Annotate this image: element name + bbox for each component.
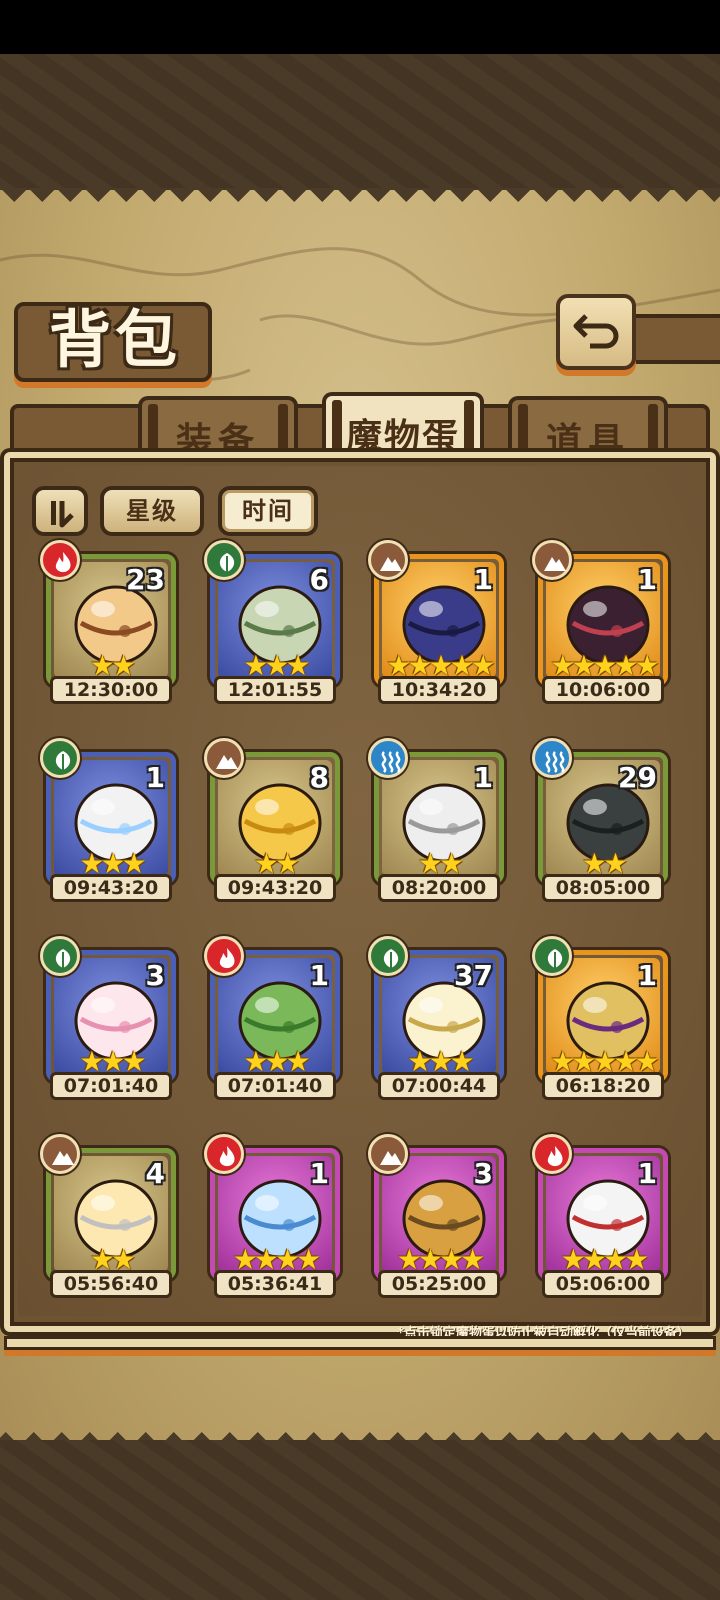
- zigzag-border-top: [0, 188, 720, 216]
- leaf-element-icon: [368, 936, 408, 976]
- earth-element-icon: [368, 540, 408, 580]
- water-glyph-icon: [381, 751, 401, 773]
- leaf-element-icon: [532, 936, 572, 976]
- earth-element-icon: [204, 738, 244, 778]
- sort-icon: [51, 501, 74, 528]
- leaf-glyph-icon: [55, 751, 71, 770]
- egg-count: 1: [145, 761, 165, 794]
- egg-count: 1: [473, 563, 493, 596]
- earth-glyph-icon: [380, 1151, 402, 1165]
- hatch-timer: 05:06:00: [542, 1270, 664, 1298]
- filter-time-button[interactable]: 时间: [218, 486, 318, 536]
- hatch-timer: 10:06:00: [542, 676, 664, 704]
- return-arrow-icon: [573, 314, 619, 349]
- fire-glyph-icon: [55, 552, 71, 573]
- back-button[interactable]: [556, 294, 636, 370]
- fire-glyph-icon: [219, 948, 235, 969]
- hatch-timer: 10:34:20: [378, 676, 500, 704]
- earth-glyph-icon: [380, 557, 402, 571]
- leaf-element-icon: [40, 738, 80, 778]
- leaf-glyph-icon: [547, 949, 563, 968]
- egg-count: 3: [145, 959, 165, 992]
- egg-count: 1: [309, 1157, 329, 1190]
- hatch-timer: 08:20:00: [378, 874, 500, 902]
- fire-glyph-icon: [547, 1146, 563, 1167]
- hatch-timer: 06:18:20: [542, 1072, 664, 1100]
- inventory-bottom-rail: [4, 1336, 716, 1350]
- hatch-timer: 05:25:00: [378, 1270, 500, 1298]
- fire-element-icon: [204, 1134, 244, 1174]
- egg-count: 1: [309, 959, 329, 992]
- earth-glyph-icon: [544, 557, 566, 571]
- egg-count: 3: [473, 1157, 493, 1190]
- egg-count: 1: [637, 563, 657, 596]
- egg-count: 1: [473, 761, 493, 794]
- leaf-glyph-icon: [383, 949, 399, 968]
- hatch-timer: 05:36:41: [214, 1270, 336, 1298]
- earth-element-icon: [532, 540, 572, 580]
- egg-count: 4: [145, 1157, 165, 1190]
- back-button-rail: [632, 314, 720, 364]
- egg-count: 8: [309, 761, 329, 794]
- hatch-timer: 07:00:44: [378, 1072, 500, 1100]
- leaf-element-icon: [40, 936, 80, 976]
- page-title: 背包: [48, 303, 181, 376]
- earth-element-icon: [368, 1134, 408, 1174]
- hatch-timer: 09:43:20: [214, 874, 336, 902]
- egg-count: 6: [309, 563, 329, 596]
- leaf-glyph-icon: [219, 553, 235, 572]
- background-top: [0, 54, 720, 194]
- hatch-timer: 07:01:40: [50, 1072, 172, 1100]
- status-bar: [0, 0, 720, 54]
- water-glyph-icon: [545, 751, 565, 773]
- filter-star-button[interactable]: 星级: [100, 486, 204, 536]
- fire-element-icon: [532, 1134, 572, 1174]
- background-bottom: [0, 1440, 720, 1600]
- hatch-timer: 12:30:00: [50, 676, 172, 704]
- leaf-glyph-icon: [55, 949, 71, 968]
- fire-element-icon: [40, 540, 80, 580]
- fire-element-icon: [204, 936, 244, 976]
- hatch-timer: 05:56:40: [50, 1270, 172, 1298]
- egg-count: 37: [454, 959, 493, 992]
- fire-glyph-icon: [219, 1146, 235, 1167]
- egg-count: 1: [637, 1157, 657, 1190]
- egg-count: 29: [618, 761, 657, 794]
- egg-count: 1: [637, 959, 657, 992]
- earth-glyph-icon: [216, 755, 238, 769]
- water-element-icon: [368, 738, 408, 778]
- water-element-icon: [532, 738, 572, 778]
- hatch-timer: 08:05:00: [542, 874, 664, 902]
- earth-element-icon: [40, 1134, 80, 1174]
- sort-order-button[interactable]: [32, 486, 88, 536]
- hatch-timer: 09:43:20: [50, 874, 172, 902]
- hatch-timer: 07:01:40: [214, 1072, 336, 1100]
- hatch-timer: 12:01:55: [214, 676, 336, 704]
- earth-glyph-icon: [52, 1151, 74, 1165]
- leaf-element-icon: [204, 540, 244, 580]
- egg-count: 23: [126, 563, 165, 596]
